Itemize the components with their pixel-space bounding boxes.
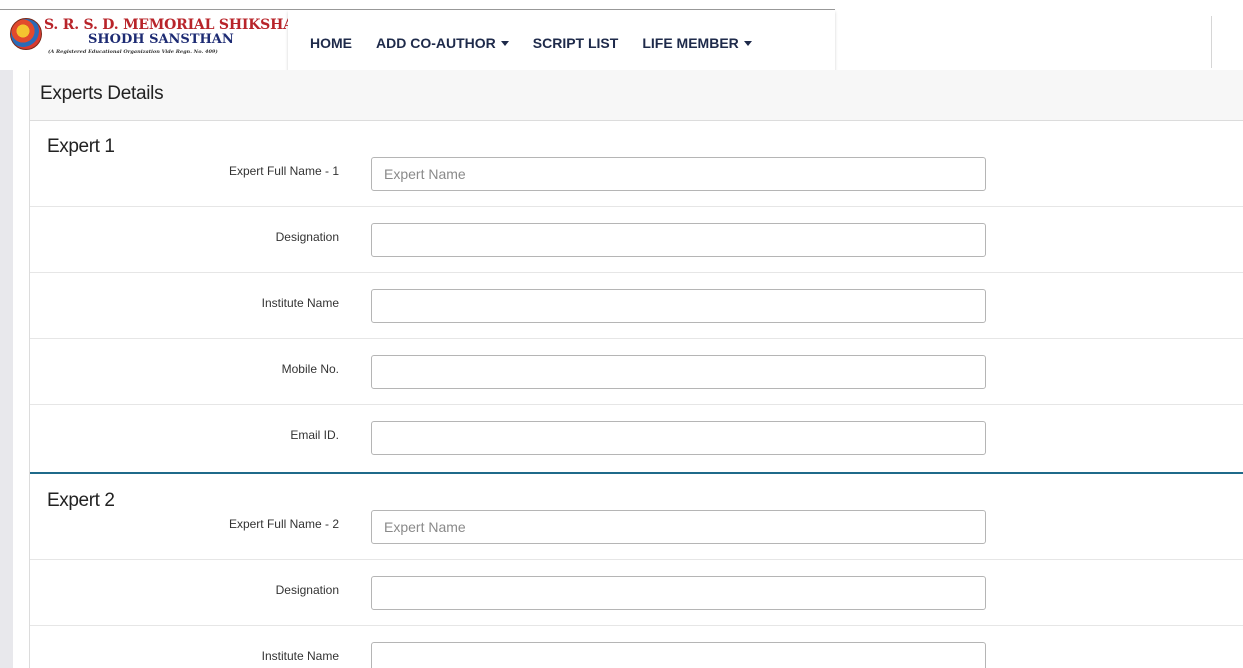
site-logo[interactable]: S. R. S. D. MEMORIAL SHIKSHA SHODH SANST… <box>8 16 294 66</box>
expert-2-row-full-name: Expert Full Name - 2 <box>30 494 1243 560</box>
field-label: Expert Full Name - 1 <box>228 164 339 178</box>
logo-emblem-icon <box>10 18 42 50</box>
left-sidebar-gutter <box>0 70 13 668</box>
field-label: Designation <box>275 583 339 597</box>
gutter-spacer <box>13 70 29 668</box>
expert-2-section: Expert 2 Expert Full Name - 2 Designatio… <box>30 474 1243 668</box>
field-label: Email ID. <box>290 428 339 442</box>
expert-2-institute-input[interactable] <box>371 642 986 668</box>
field-label: Expert Full Name - 2 <box>228 517 339 531</box>
expert-1-row-mobile: Mobile No. <box>30 339 1243 405</box>
expert-1-mobile-input[interactable] <box>371 355 986 389</box>
logo-subtitle: (A Registered Educational Organization V… <box>48 49 218 55</box>
expert-2-designation-input[interactable] <box>371 576 986 610</box>
expert-2-full-name-input[interactable] <box>371 510 986 544</box>
field-label: Institute Name <box>261 296 339 310</box>
nav-item-life-member[interactable]: LIFE MEMBER <box>642 35 752 51</box>
nav-item-home[interactable]: HOME <box>310 35 352 51</box>
nav-item-script-list[interactable]: SCRIPT LIST <box>533 35 619 51</box>
expert-1-row-designation: Designation <box>30 207 1243 273</box>
field-label: Mobile No. <box>281 362 339 376</box>
expert-1-section: Expert 1 Expert Full Name - 1 Designatio… <box>30 121 1243 478</box>
nav-item-label: HOME <box>310 35 352 51</box>
nav-item-label: SCRIPT LIST <box>532 35 619 51</box>
logo-title-line2: SHODH SANSTHAN <box>88 32 234 47</box>
main-nav: HOME ADD CO-AUTHOR SCRIPT LIST LIFE MEMB… <box>288 10 835 76</box>
expert-1-institute-input[interactable] <box>371 289 986 323</box>
card-title: Experts Details <box>40 83 164 104</box>
site-header: S. R. S. D. MEMORIAL SHIKSHA SHODH SANST… <box>0 10 1243 76</box>
nav-item-add-co-author[interactable]: ADD CO-AUTHOR <box>376 35 509 51</box>
header-divider <box>1211 16 1212 68</box>
expert-2-row-institute: Institute Name <box>30 626 1243 668</box>
expert-1-row-institute: Institute Name <box>30 273 1243 339</box>
caret-down-icon <box>743 40 752 46</box>
page: S. R. S. D. MEMORIAL SHIKSHA SHODH SANST… <box>0 0 1243 668</box>
expert-1-full-name-input[interactable] <box>371 157 986 191</box>
caret-down-icon <box>500 40 509 46</box>
expert-2-row-designation: Designation <box>30 560 1243 626</box>
card-header: Experts Details <box>30 70 1243 121</box>
expert-1-row-full-name: Expert Full Name - 1 <box>30 141 1243 207</box>
expert-1-designation-input[interactable] <box>371 223 986 257</box>
field-label: Institute Name <box>261 649 339 663</box>
nav-item-label: LIFE MEMBER <box>642 35 739 51</box>
experts-details-card: Experts Details Expert 1 Expert Full Nam… <box>29 70 1243 668</box>
field-label: Designation <box>275 230 339 244</box>
logo-title-line1: S. R. S. D. MEMORIAL SHIKSHA <box>44 17 294 33</box>
expert-1-email-input[interactable] <box>371 421 986 455</box>
nav-item-label: ADD CO-AUTHOR <box>376 35 496 51</box>
expert-1-row-email: Email ID. <box>30 405 1243 471</box>
